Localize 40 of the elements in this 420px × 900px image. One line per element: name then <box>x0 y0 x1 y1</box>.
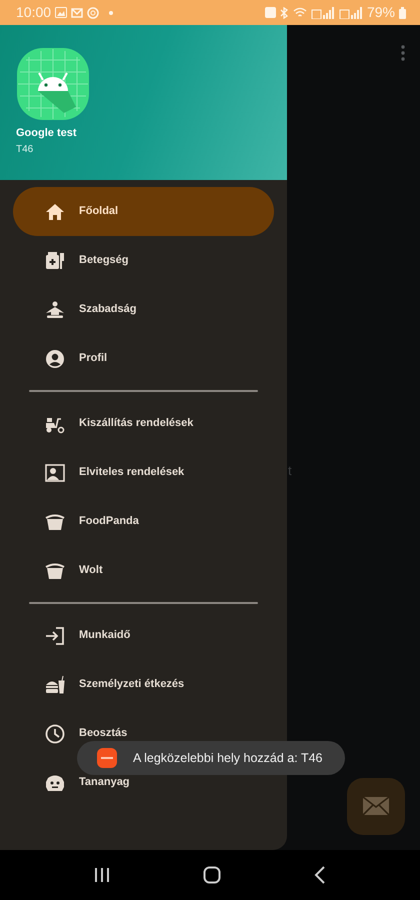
mail-icon <box>362 796 390 816</box>
wifi-icon <box>292 7 307 18</box>
account-icon <box>45 348 65 368</box>
signal-icon <box>310 6 335 18</box>
nav-item[interactable]: Kiszállítás rendelések <box>13 399 274 448</box>
nav-item[interactable]: Elviteles rendelések <box>13 448 274 497</box>
store-code: T46 <box>16 142 34 156</box>
home-icon <box>45 202 65 222</box>
mail-button[interactable] <box>347 778 405 835</box>
nav-item[interactable]: Profil <box>13 334 274 383</box>
battery-icon <box>399 6 406 18</box>
basket-icon <box>45 512 65 532</box>
nav-item[interactable]: Betegség <box>13 236 274 285</box>
nav-item[interactable]: Munkaidő <box>13 611 274 660</box>
nav-item[interactable]: Szabadság <box>13 285 274 334</box>
person-frame-icon <box>45 462 65 482</box>
clock-icon <box>45 724 65 744</box>
image-icon <box>55 7 68 18</box>
more-options-icon[interactable] <box>401 45 405 61</box>
nav-item[interactable]: Személyzeti étkezés <box>13 660 274 709</box>
robot-icon <box>45 772 65 792</box>
recent-apps-icon[interactable] <box>94 867 110 883</box>
battery-percent: 79% <box>366 3 395 22</box>
clock-time: 10:00 <box>16 3 52 22</box>
fast-food-icon <box>45 674 65 694</box>
nav-item[interactable]: Wolt <box>13 546 274 595</box>
back-icon[interactable] <box>314 866 326 884</box>
bluetooth-icon <box>280 6 289 18</box>
app-name: Google test <box>16 126 78 141</box>
medical-kit-icon <box>45 250 65 270</box>
nav-item[interactable]: Főoldal <box>13 187 274 236</box>
home-icon[interactable] <box>202 866 221 884</box>
toast-message: A legközelebbi hely hozzád a: T46 <box>133 750 322 767</box>
basket-icon <box>45 560 65 580</box>
mail-icon <box>71 8 84 18</box>
nav-item[interactable]: FoodPanda <box>13 497 274 546</box>
signal-icon <box>338 6 363 18</box>
login-icon <box>45 626 65 646</box>
circle-icon <box>87 6 100 18</box>
meditation-icon <box>45 300 65 320</box>
